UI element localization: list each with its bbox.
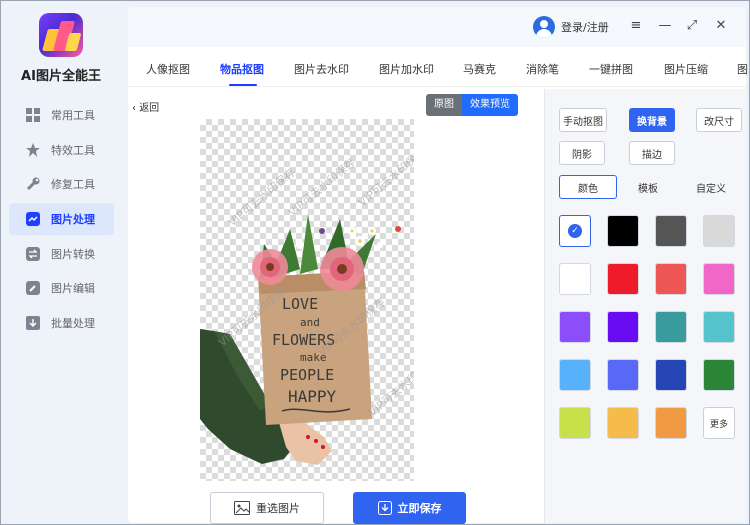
convert-icon (25, 246, 41, 262)
color-swatch-teal[interactable] (655, 311, 687, 343)
tab-collage[interactable]: 一键拼图 (589, 61, 633, 77)
toggle-original[interactable]: 原图 (426, 94, 462, 116)
tab-portrait-cutout[interactable]: 人像抠图 (146, 61, 190, 77)
color-swatch-coral[interactable] (655, 263, 687, 295)
color-swatch-blue[interactable] (607, 359, 639, 391)
save-now-button[interactable]: 立即保存 (353, 492, 466, 524)
color-swatch-white[interactable] (559, 263, 591, 295)
batch-icon (25, 315, 41, 331)
preview-canvas: LOVE and FLOWERS make PEOPLE HAPPY VIP可去… (200, 119, 414, 481)
change-background-button[interactable]: 换背景 (629, 108, 675, 132)
color-swatch-green[interactable] (703, 359, 735, 391)
sidebar-item-convert[interactable]: 图片转换 (9, 238, 114, 270)
sidebar-item-label: 修复工具 (51, 178, 95, 191)
settings-panel: 手动抠图 换背景 改尺寸 阴影 描边 颜色 模板 自定义 ✓ 更多 (544, 89, 746, 523)
manual-cutout-button[interactable]: 手动抠图 (559, 108, 607, 132)
active-tab-indicator (229, 84, 257, 86)
bag-text-happy: HAPPY (288, 387, 337, 406)
resize-button[interactable]: 改尺寸 (696, 108, 742, 132)
toggle-preview[interactable]: 效果预览 (462, 94, 518, 116)
color-swatch-violet[interactable] (559, 311, 591, 343)
sidebar-item-common-tools[interactable]: 常用工具 (9, 99, 114, 131)
avatar-icon[interactable] (533, 16, 555, 38)
color-swatch-pink[interactable] (703, 263, 735, 295)
main-panel: 登录/注册 ≡ — ⤢ ✕ 人像抠图 物品抠图 图片去水印 图片加水印 马赛克 … (128, 7, 748, 524)
color-swatch-cyan[interactable] (703, 311, 735, 343)
maximize-icon[interactable]: ⤢ (684, 17, 700, 35)
grid-icon (25, 107, 41, 123)
color-swatch-dark-gray[interactable] (655, 215, 687, 247)
login-link[interactable]: 登录/注册 (561, 19, 609, 35)
tab-more[interactable]: 图 (737, 61, 748, 77)
tab-remove-watermark[interactable]: 图片去水印 (294, 61, 349, 77)
color-swatch-purple[interactable] (607, 311, 639, 343)
bag-text-people: PEOPLE (280, 366, 334, 384)
menu-icon[interactable]: ≡ (628, 17, 644, 35)
color-swatch-orange[interactable] (655, 407, 687, 439)
view-toggle: 原图 效果预览 (426, 94, 518, 116)
sidebar-item-label: 图片转换 (51, 248, 95, 261)
wrench-icon (25, 176, 41, 192)
sidebar-item-label: 批量处理 (51, 317, 95, 330)
color-swatch-red[interactable] (607, 263, 639, 295)
back-button[interactable]: ‹ 返回 (132, 99, 159, 114)
sidebar-item-batch[interactable]: 批量处理 (9, 307, 114, 339)
app-logo (39, 13, 83, 57)
subtab-custom[interactable]: 自定义 (683, 175, 739, 199)
title-bar: 登录/注册 ≡ — ⤢ ✕ (128, 7, 746, 47)
sidebar: AI图片全能王 常用工具 特效工具 修复工具 图片处理 图片转换 图片编辑 批量… (1, 1, 121, 524)
star-icon (25, 142, 41, 158)
chevron-left-icon: ‹ (132, 103, 136, 114)
shadow-button[interactable]: 阴影 (559, 141, 605, 165)
sidebar-item-edit[interactable]: 图片编辑 (9, 272, 114, 304)
sidebar-item-label: 图片处理 (51, 213, 95, 226)
stroke-button[interactable]: 描边 (629, 141, 675, 165)
tab-object-cutout[interactable]: 物品抠图 (220, 61, 264, 77)
more-colors-button[interactable]: 更多 (703, 407, 735, 439)
tab-mosaic[interactable]: 马赛克 (463, 61, 496, 77)
minimize-icon[interactable]: — (657, 17, 673, 35)
tab-eraser[interactable]: 消除笔 (526, 61, 559, 77)
color-swatch-light-gray[interactable] (703, 215, 735, 247)
color-swatch-selected[interactable]: ✓ (559, 215, 591, 247)
tab-add-watermark[interactable]: 图片加水印 (379, 61, 434, 77)
sidebar-item-effects[interactable]: 特效工具 (9, 134, 114, 166)
sidebar-item-image-process[interactable]: 图片处理 (9, 203, 114, 235)
color-swatch-yellow[interactable] (607, 407, 639, 439)
edit-icon (25, 280, 41, 296)
tab-compress[interactable]: 图片压缩 (664, 61, 708, 77)
sidebar-item-repair[interactable]: 修复工具 (9, 168, 114, 200)
sidebar-item-label: 图片编辑 (51, 282, 95, 295)
check-icon: ✓ (568, 224, 582, 238)
app-name: AI图片全能王 (21, 69, 101, 84)
close-icon[interactable]: ✕ (713, 17, 729, 35)
bag-text-love: LOVE (282, 295, 318, 313)
sidebar-item-label: 特效工具 (51, 144, 95, 157)
color-swatch-lime[interactable] (559, 407, 591, 439)
bag-text-and: and (300, 316, 320, 329)
subtab-template[interactable]: 模板 (625, 175, 671, 199)
sidebar-item-label: 常用工具 (51, 109, 95, 122)
color-swatch-black[interactable] (607, 215, 639, 247)
image-icon (234, 501, 250, 515)
subtab-color[interactable]: 颜色 (559, 175, 617, 199)
reselect-image-button[interactable]: 重选图片 (210, 492, 324, 524)
tool-tabs: 人像抠图 物品抠图 图片去水印 图片加水印 马赛克 消除笔 一键拼图 图片压缩 … (128, 51, 748, 87)
download-icon (377, 501, 392, 515)
image-process-icon (25, 211, 41, 227)
color-swatch-navy[interactable] (655, 359, 687, 391)
color-swatch-sky-blue[interactable] (559, 359, 591, 391)
